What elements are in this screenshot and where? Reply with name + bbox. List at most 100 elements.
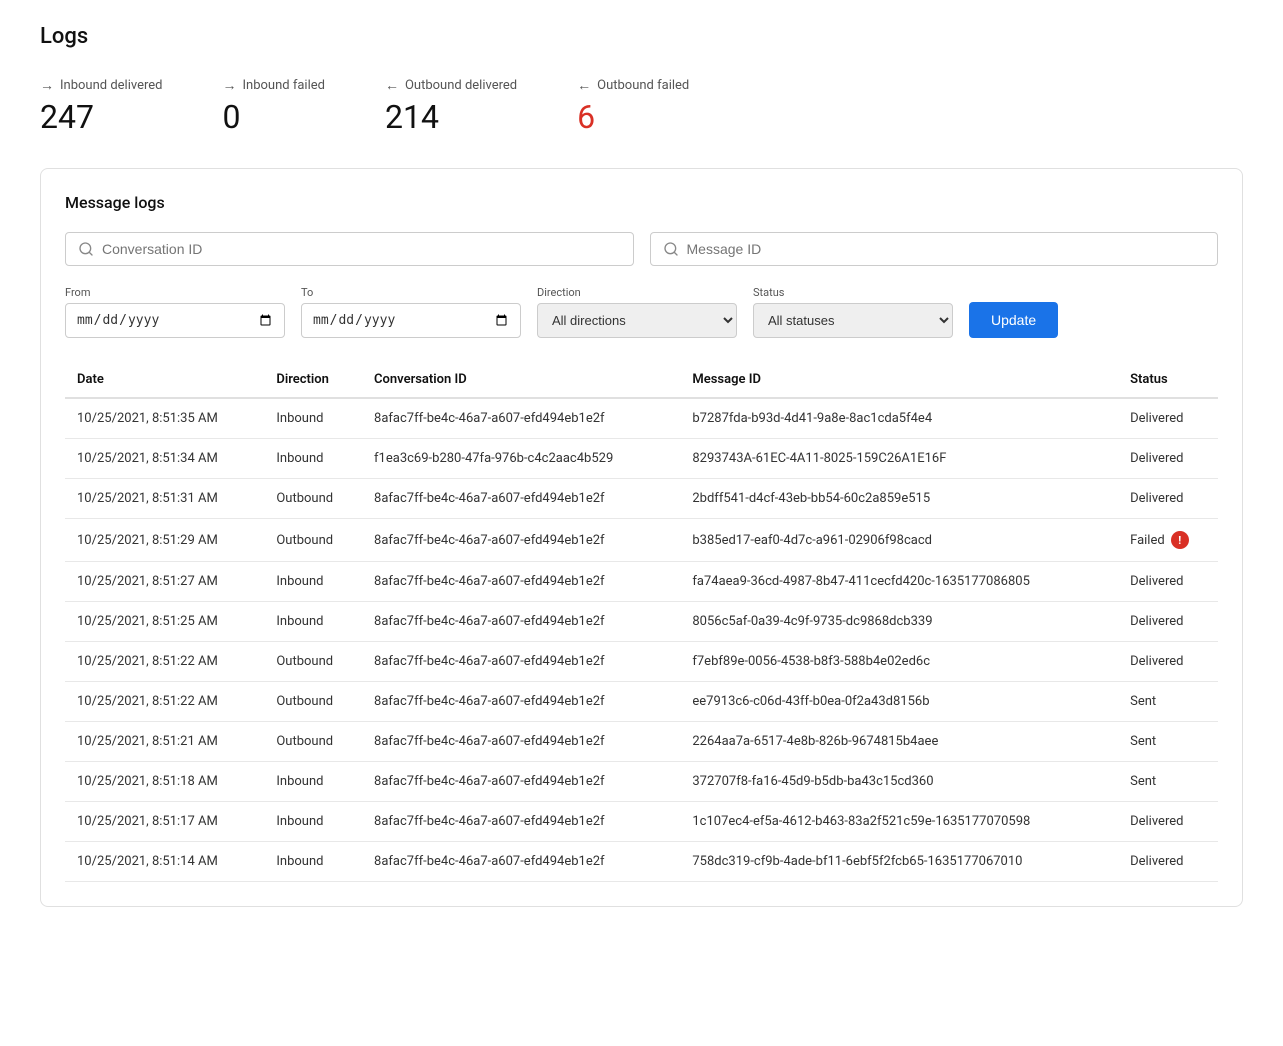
header-conversation-id: Conversation ID — [362, 362, 680, 398]
stat-icon-inbound-delivered: → — [40, 77, 54, 94]
message-id-cell: 1c107ec4-ef5a-4612-b463-83a2f521c59e-163… — [680, 802, 1118, 842]
status-cell: Failed ! — [1118, 519, 1218, 562]
direction-cell: Inbound — [264, 562, 362, 602]
status-cell: Delivered — [1118, 802, 1218, 842]
from-label: From — [65, 286, 285, 299]
table-row[interactable]: 10/25/2021, 8:51:31 AMOutbound8afac7ff-b… — [65, 479, 1218, 519]
table-row[interactable]: 10/25/2021, 8:51:21 AMOutbound8afac7ff-b… — [65, 722, 1218, 762]
message-id-cell: 8056c5af-0a39-4c9f-9735-dc9868dcb339 — [680, 602, 1118, 642]
date-cell: 10/25/2021, 8:51:14 AM — [65, 842, 264, 882]
table-row[interactable]: 10/25/2021, 8:51:34 AMInboundf1ea3c69-b2… — [65, 439, 1218, 479]
status-cell: Delivered — [1118, 479, 1218, 519]
stat-label-inbound-failed: → Inbound failed — [223, 77, 325, 94]
message-id-cell: ee7913c6-c06d-43ff-b0ea-0f2a43d8156b — [680, 682, 1118, 722]
stat-value-outbound-delivered: 214 — [385, 98, 517, 136]
search-icon — [78, 241, 94, 257]
direction-cell: Inbound — [264, 762, 362, 802]
table-wrapper: DateDirectionConversation IDMessage IDSt… — [65, 362, 1218, 882]
to-date-input[interactable] — [301, 303, 521, 338]
stat-inbound-failed: → Inbound failed 0 — [223, 77, 325, 136]
conversation-id-cell: 8afac7ff-be4c-46a7-a607-efd494eb1e2f — [362, 722, 680, 762]
direction-select[interactable]: All directionsInboundOutbound — [537, 303, 737, 338]
page-title: Logs — [40, 24, 1243, 49]
date-cell: 10/25/2021, 8:51:21 AM — [65, 722, 264, 762]
message-id-cell: fa74aea9-36cd-4987-8b47-411cecfd420c-163… — [680, 562, 1118, 602]
status-cell: Sent — [1118, 722, 1218, 762]
conversation-id-cell: 8afac7ff-be4c-46a7-a607-efd494eb1e2f — [362, 802, 680, 842]
conversation-search-box — [65, 232, 634, 266]
date-cell: 10/25/2021, 8:51:27 AM — [65, 562, 264, 602]
update-button[interactable]: Update — [969, 302, 1058, 338]
stat-icon-inbound-failed: → — [223, 77, 237, 94]
conversation-id-cell: 8afac7ff-be4c-46a7-a607-efd494eb1e2f — [362, 398, 680, 439]
status-filter-group: Status All statusesDeliveredSentFailed — [753, 286, 953, 338]
status-cell: Delivered — [1118, 562, 1218, 602]
table-row[interactable]: 10/25/2021, 8:51:14 AMInbound8afac7ff-be… — [65, 842, 1218, 882]
message-id-cell: f7ebf89e-0056-4538-b8f3-588b4e02ed6c — [680, 642, 1118, 682]
stat-value-outbound-failed: 6 — [577, 98, 689, 136]
message-id-input[interactable] — [687, 241, 1206, 257]
conversation-id-cell: 8afac7ff-be4c-46a7-a607-efd494eb1e2f — [362, 842, 680, 882]
stat-inbound-delivered: → Inbound delivered 247 — [40, 77, 163, 136]
table-row[interactable]: 10/25/2021, 8:51:35 AMInbound8afac7ff-be… — [65, 398, 1218, 439]
date-cell: 10/25/2021, 8:51:35 AM — [65, 398, 264, 439]
conversation-id-cell: 8afac7ff-be4c-46a7-a607-efd494eb1e2f — [362, 762, 680, 802]
card-title: Message logs — [65, 193, 1218, 212]
table-header: DateDirectionConversation IDMessage IDSt… — [65, 362, 1218, 398]
stat-value-inbound-failed: 0 — [223, 98, 325, 136]
direction-cell: Inbound — [264, 602, 362, 642]
search-icon-2 — [663, 241, 679, 257]
search-row — [65, 232, 1218, 266]
conversation-id-cell: 8afac7ff-be4c-46a7-a607-efd494eb1e2f — [362, 602, 680, 642]
status-cell: Sent — [1118, 682, 1218, 722]
status-label: Status — [753, 286, 953, 299]
filter-row: From To Direction All directionsInboundO… — [65, 286, 1218, 338]
message-id-cell: 8293743A-61EC-4A11-8025-159C26A1E16F — [680, 439, 1118, 479]
status-cell: Delivered — [1118, 398, 1218, 439]
conversation-id-cell: 8afac7ff-be4c-46a7-a607-efd494eb1e2f — [362, 479, 680, 519]
direction-cell: Inbound — [264, 398, 362, 439]
conversation-id-cell: f1ea3c69-b280-47fa-976b-c4c2aac4b529 — [362, 439, 680, 479]
header-message-id: Message ID — [680, 362, 1118, 398]
table-row[interactable]: 10/25/2021, 8:51:29 AMOutbound8afac7ff-b… — [65, 519, 1218, 562]
message-search-box — [650, 232, 1219, 266]
table-row[interactable]: 10/25/2021, 8:51:17 AMInbound8afac7ff-be… — [65, 802, 1218, 842]
table-row[interactable]: 10/25/2021, 8:51:22 AMOutbound8afac7ff-b… — [65, 682, 1218, 722]
stat-outbound-failed: ← Outbound failed 6 — [577, 77, 689, 136]
direction-cell: Outbound — [264, 519, 362, 562]
conversation-id-cell: 8afac7ff-be4c-46a7-a607-efd494eb1e2f — [362, 562, 680, 602]
header-row: DateDirectionConversation IDMessage IDSt… — [65, 362, 1218, 398]
stats-row: → Inbound delivered 247 → Inbound failed… — [40, 77, 1243, 136]
to-label: To — [301, 286, 521, 299]
status-select[interactable]: All statusesDeliveredSentFailed — [753, 303, 953, 338]
date-cell: 10/25/2021, 8:51:17 AM — [65, 802, 264, 842]
from-date-input[interactable] — [65, 303, 285, 338]
page-container: Logs → Inbound delivered 247 → Inbound f… — [0, 0, 1283, 931]
direction-cell: Inbound — [264, 439, 362, 479]
direction-cell: Inbound — [264, 842, 362, 882]
status-cell: Sent — [1118, 762, 1218, 802]
date-cell: 10/25/2021, 8:51:31 AM — [65, 479, 264, 519]
direction-filter-group: Direction All directionsInboundOutbound — [537, 286, 737, 338]
stat-label-inbound-delivered: → Inbound delivered — [40, 77, 163, 94]
message-id-cell: 2264aa7a-6517-4e8b-826b-9674815b4aee — [680, 722, 1118, 762]
date-cell: 10/25/2021, 8:51:34 AM — [65, 439, 264, 479]
table-row[interactable]: 10/25/2021, 8:51:22 AMOutbound8afac7ff-b… — [65, 642, 1218, 682]
conversation-id-input[interactable] — [102, 241, 621, 257]
table-row[interactable]: 10/25/2021, 8:51:25 AMInbound8afac7ff-be… — [65, 602, 1218, 642]
date-cell: 10/25/2021, 8:51:29 AM — [65, 519, 264, 562]
stat-label-outbound-delivered: ← Outbound delivered — [385, 77, 517, 94]
header-direction: Direction — [264, 362, 362, 398]
message-id-cell: 758dc319-cf9b-4ade-bf11-6ebf5f2fcb65-163… — [680, 842, 1118, 882]
status-cell: Delivered — [1118, 842, 1218, 882]
message-id-cell: 372707f8-fa16-45d9-b5db-ba43c15cd360 — [680, 762, 1118, 802]
to-filter-group: To — [301, 286, 521, 338]
message-logs-card: Message logs From — [40, 168, 1243, 907]
stat-label-text-inbound-failed: Inbound failed — [243, 78, 325, 93]
table-row[interactable]: 10/25/2021, 8:51:27 AMInbound8afac7ff-be… — [65, 562, 1218, 602]
status-cell: Delivered — [1118, 642, 1218, 682]
table-row[interactable]: 10/25/2021, 8:51:18 AMInbound8afac7ff-be… — [65, 762, 1218, 802]
direction-cell: Outbound — [264, 479, 362, 519]
date-cell: 10/25/2021, 8:51:22 AM — [65, 682, 264, 722]
stat-icon-outbound-failed: ← — [577, 77, 591, 94]
